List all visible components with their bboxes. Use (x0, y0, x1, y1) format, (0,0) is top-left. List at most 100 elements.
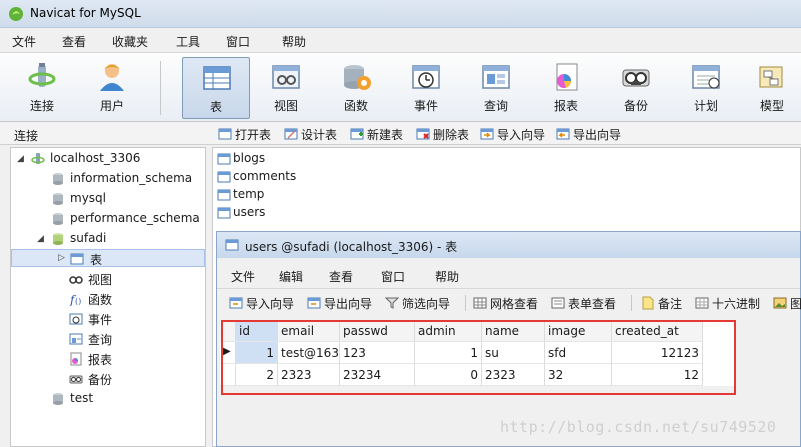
table-cell[interactable]: 23234 (340, 364, 415, 386)
backup-icon (622, 69, 650, 87)
toolbar-query-button[interactable]: 查询 (464, 57, 528, 119)
menu-edit[interactable]: 编辑 (279, 268, 303, 285)
table-cell[interactable]: 1 (415, 342, 482, 364)
toolbar-label: 表 (209, 100, 222, 114)
toolbar-view-button[interactable]: 视图 (254, 57, 318, 119)
row-selector[interactable] (220, 364, 236, 386)
export-wizard-icon (556, 128, 570, 140)
table-cell[interactable]: 2 (236, 364, 278, 386)
model-icon (759, 66, 783, 88)
toolbar-label: 事件 (413, 99, 438, 113)
table-cell[interactable]: 2323 (278, 364, 340, 386)
import-wizard-label: 导入向导 (246, 297, 295, 311)
column-header-admin[interactable]: admin (415, 320, 482, 342)
expand-arrow-icon[interactable]: ▷ (58, 253, 65, 263)
menu-help[interactable]: 帮助 (435, 268, 459, 285)
toolbar-function-button[interactable]: 函数 (324, 57, 388, 119)
menu-tools[interactable]: 工具 (176, 33, 200, 50)
delete-table-label: 删除表 (433, 128, 470, 142)
menu-window[interactable]: 窗口 (226, 33, 250, 50)
menu-bar: 文件 查看 收藏夹 工具 窗口 帮助 (0, 29, 801, 52)
table-cell[interactable]: 32 (545, 364, 612, 386)
design-table-icon (284, 128, 298, 140)
column-header-image[interactable]: image (545, 320, 612, 342)
menu-file[interactable]: 文件 (231, 268, 255, 285)
memo-label: 备注 (658, 297, 683, 311)
data-grid: id email passwd admin name image created… (220, 320, 736, 386)
new-table-label: 新建表 (367, 128, 404, 142)
column-header-email[interactable]: email (278, 320, 340, 342)
database-icon (53, 173, 63, 185)
query-icon (69, 333, 83, 345)
table-cell[interactable]: sfd (545, 342, 612, 364)
table-cell[interactable]: 1 (236, 342, 278, 364)
table-window-titlebar[interactable]: users @sufadi (localhost_3306) - 表 (217, 232, 800, 258)
toolbar-label: 计划 (693, 99, 718, 113)
table-cell[interactable]: 123 (340, 342, 415, 364)
menu-favorites[interactable]: 收藏夹 (112, 33, 148, 50)
tree-item-label: test (70, 391, 94, 405)
row-header-corner (220, 320, 236, 342)
event-icon (69, 313, 83, 325)
tree-item-label: information_schema (70, 171, 193, 185)
window-title: Navicat for MySQL (30, 6, 141, 20)
toolbar-user-button[interactable]: 用户 (80, 57, 144, 119)
toolbar-table-button[interactable]: 表 (182, 57, 250, 119)
tree-item-label: 表 (90, 253, 103, 267)
table-cell[interactable]: su (482, 342, 545, 364)
table-cell[interactable]: 0 (415, 364, 482, 386)
object-toolbar: 连接 打开表 设计表 新建表 删除表 导入向导 导出向导 (0, 123, 801, 145)
tree-item-label: 函数 (88, 293, 113, 307)
toolbar-report-button[interactable]: 报表 (534, 57, 598, 119)
toolbar-backup-button[interactable]: 备份 (604, 57, 668, 119)
table-item-label: comments (233, 169, 297, 183)
menu-window[interactable]: 窗口 (381, 268, 405, 285)
table-icon (225, 239, 239, 251)
filter-icon (385, 297, 399, 309)
hex-label: 十六进制 (712, 297, 761, 311)
tree-item-tables[interactable]: ▷ 表 (11, 249, 205, 267)
table-icon (217, 171, 231, 183)
table-cell[interactable]: 2323 (482, 364, 545, 386)
tree-item-label: performance_schema (70, 211, 200, 225)
toolbar-connection-button[interactable]: 连接 (10, 57, 74, 119)
toolbar-label: 报表 (553, 99, 578, 113)
column-header-created-at[interactable]: created_at (612, 320, 703, 342)
column-header-id[interactable]: id (236, 320, 278, 342)
toolbar-label: 连接 (29, 99, 54, 113)
menu-view[interactable]: 查看 (62, 33, 86, 50)
toolbar-event-button[interactable]: 事件 (394, 57, 458, 119)
column-header-name[interactable]: name (482, 320, 545, 342)
toolbar-schedule-button[interactable]: 计划 (674, 57, 738, 119)
image-label: 图 (790, 297, 801, 311)
menu-file[interactable]: 文件 (12, 33, 36, 50)
collapse-arrow-icon[interactable]: ◢ (17, 154, 24, 164)
toolbar-label: 备份 (623, 99, 648, 113)
table-item-label: blogs (233, 151, 266, 165)
sidebar-title: 连接 (14, 129, 39, 143)
collapse-arrow-icon[interactable]: ◢ (37, 234, 44, 244)
table-icon (217, 153, 231, 165)
table-cell[interactable]: test@163 (278, 342, 340, 364)
tree-item-label: sufadi (70, 231, 107, 245)
row-selector[interactable]: ▶ (220, 342, 236, 364)
import-wizard-icon (229, 297, 243, 309)
table-cell[interactable]: 12123 (612, 342, 703, 364)
design-table-label: 设计表 (301, 128, 338, 142)
table-window-toolbar: 导入向导 导出向导 筛选向导 网格查看 表单查看 备注 十六进制 图 (217, 288, 801, 312)
filter-wizard-label: 筛选向导 (402, 297, 451, 311)
column-header-passwd[interactable]: passwd (340, 320, 415, 342)
menu-help[interactable]: 帮助 (282, 33, 306, 50)
connection-icon (31, 153, 45, 164)
menu-view[interactable]: 查看 (329, 268, 353, 285)
toolbar-model-button[interactable]: 模型 (740, 57, 801, 119)
table-cell[interactable]: 12 (612, 364, 703, 386)
table-icon (203, 66, 231, 90)
toolbar-separator (465, 295, 466, 311)
tree-item-label: 报表 (88, 353, 113, 367)
table-window-menu: 文件 编辑 查看 窗口 帮助 (217, 260, 800, 285)
grid-view-icon (473, 297, 487, 309)
form-view-icon (551, 297, 565, 309)
image-icon (773, 297, 787, 309)
current-row-arrow-icon: ▶ (223, 346, 231, 357)
